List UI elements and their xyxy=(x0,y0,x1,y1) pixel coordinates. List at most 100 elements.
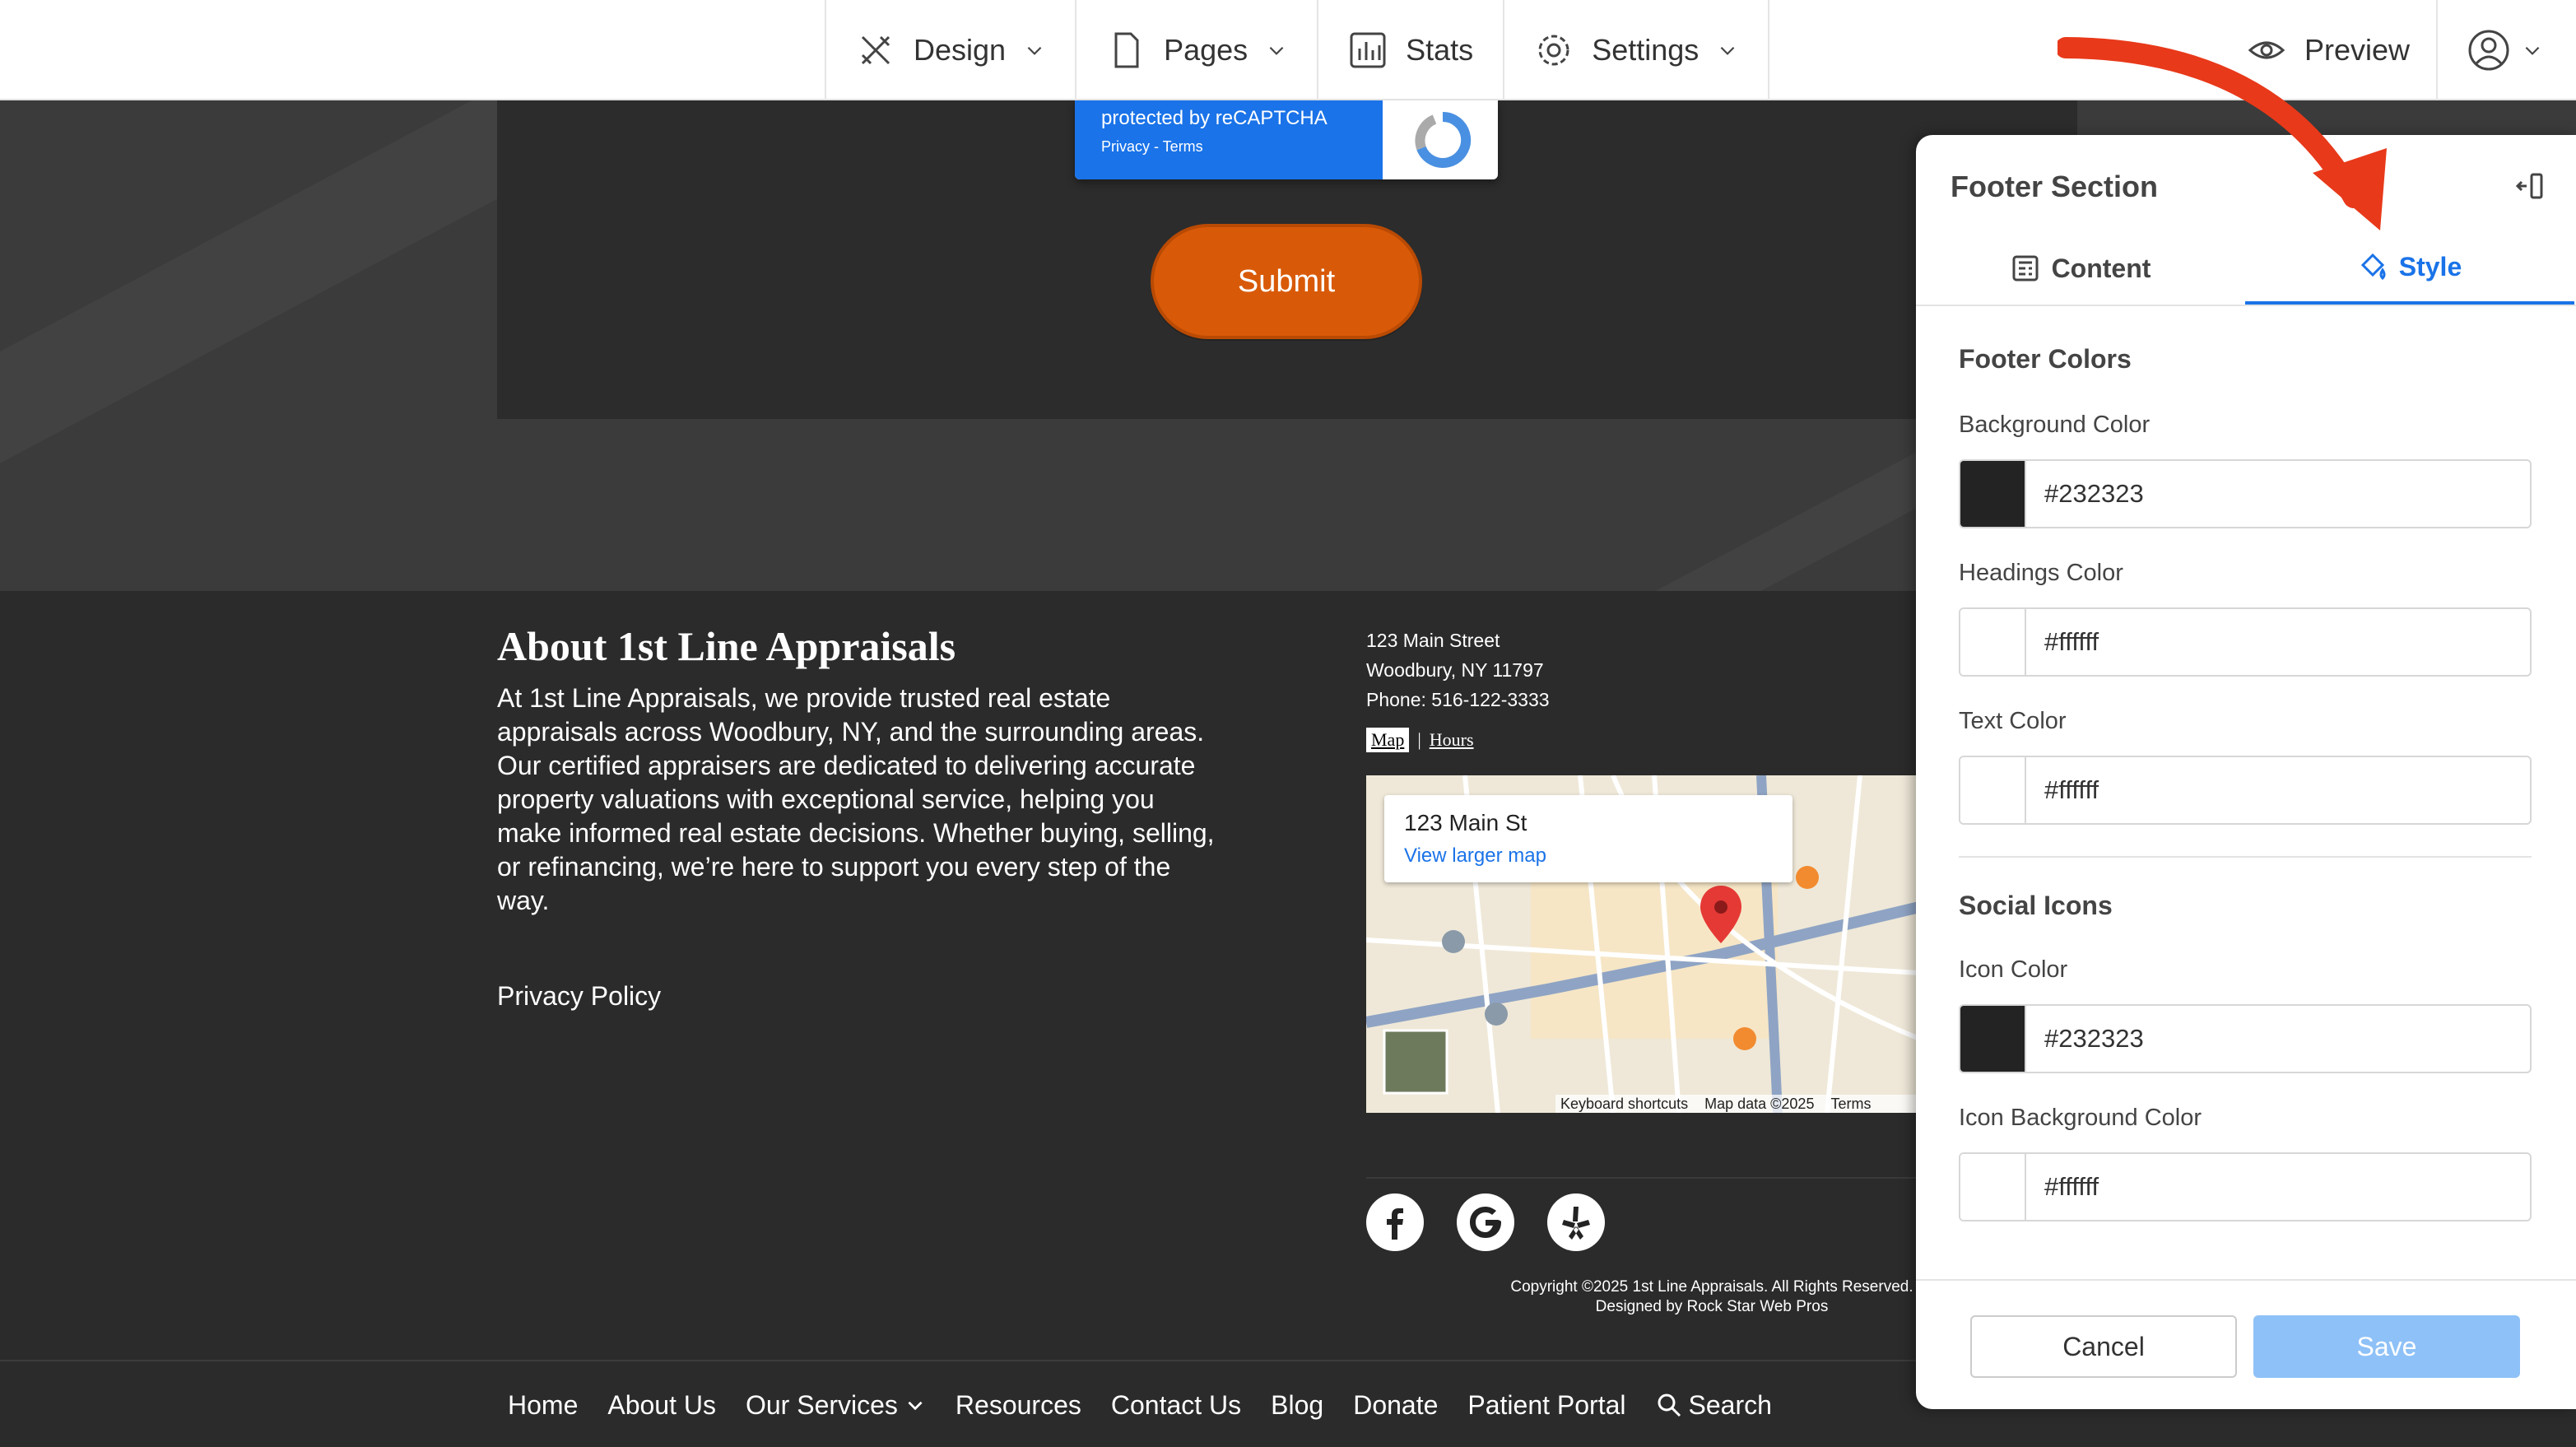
design-icon xyxy=(861,35,890,65)
footer-about-text: At 1st Line Appraisals, we provide trust… xyxy=(497,683,1215,915)
icon-color-label: Icon Color xyxy=(1959,956,2068,983)
recaptcha-text: protected by reCAPTCHA xyxy=(1101,107,1328,129)
nav-about-us[interactable]: About Us xyxy=(607,1390,716,1421)
social-icons-heading: Social Icons xyxy=(1959,891,2113,920)
nav-search-label: Search xyxy=(1688,1389,1772,1420)
map-attribution: Keyboard shortcuts Map data ©2025 Terms xyxy=(1555,1095,1919,1113)
copyright-text: Copyright ©2025 1st Line Appraisals. All… xyxy=(1510,1278,1913,1296)
designed-by-text: Designed by Rock Star Web Pros xyxy=(1595,1298,1829,1315)
save-button[interactable]: Save xyxy=(2253,1315,2520,1378)
google-icon[interactable] xyxy=(1457,1193,1514,1251)
map-hours-tabs: Map | Hours xyxy=(1366,728,1474,752)
recaptcha-logo-icon xyxy=(1388,100,1498,179)
social-icons xyxy=(1366,1193,1605,1251)
nav-patient-portal[interactable]: Patient Portal xyxy=(1467,1390,1625,1421)
color-swatch[interactable] xyxy=(1960,609,2026,675)
tab-settings-label: Settings xyxy=(1592,33,1700,67)
tab-design-label: Design xyxy=(914,33,1007,67)
copyright-block: Copyright ©2025 1st Line Appraisals. All… xyxy=(1465,1277,1959,1317)
footer-section-panel: Footer Section Content Style Footer Colo… xyxy=(1916,135,2576,1409)
account-menu[interactable] xyxy=(2436,0,2543,100)
text-color-field[interactable]: #ffffff xyxy=(1959,756,2532,825)
footer-colors-heading: Footer Colors xyxy=(1959,344,2132,374)
chevron-down-icon xyxy=(1269,46,1284,55)
tab-separator: | xyxy=(1417,729,1421,750)
color-swatch[interactable] xyxy=(1960,1006,2026,1072)
chevron-down-icon xyxy=(1720,46,1735,55)
stats-icon xyxy=(1350,32,1386,68)
background-color-label: Background Color xyxy=(1959,412,2151,438)
text-color-label: Text Color xyxy=(1959,708,2067,734)
submit-button[interactable]: Submit xyxy=(1151,224,1422,339)
nav-home[interactable]: Home xyxy=(508,1390,578,1421)
icon-background-color-field[interactable]: #ffffff xyxy=(1959,1152,2532,1221)
tab-stats[interactable]: Stats xyxy=(1318,0,1505,100)
keyboard-shortcuts-link[interactable]: Keyboard shortcuts xyxy=(1560,1096,1688,1113)
tab-content-label: Content xyxy=(2051,253,2151,283)
headings-color-field[interactable]: #ffffff xyxy=(1959,607,2532,677)
background-streak xyxy=(0,100,556,516)
footer-about-title: About 1st Line Appraisals xyxy=(497,623,956,669)
map-terms-link[interactable]: Terms xyxy=(1830,1096,1871,1113)
collapse-panel-icon[interactable] xyxy=(2513,170,2546,202)
color-value[interactable]: #232323 xyxy=(2044,1024,2144,1054)
tab-stats-label: Stats xyxy=(1406,33,1474,67)
tab-pages-label: Pages xyxy=(1164,33,1248,67)
color-value[interactable]: #ffffff xyxy=(2044,627,2099,657)
color-swatch[interactable] xyxy=(1960,461,2026,527)
nav-our-services[interactable]: Our Services xyxy=(746,1390,926,1421)
panel-actions: Cancel Save xyxy=(1916,1279,2576,1409)
color-swatch[interactable] xyxy=(1960,757,2026,823)
paint-bucket-icon xyxy=(2360,253,2386,281)
nav-contact-us[interactable]: Contact Us xyxy=(1111,1390,1241,1421)
map-place-name: 123 Main St xyxy=(1404,810,1527,835)
map-data-text: Map data ©2025 xyxy=(1704,1095,1815,1112)
chevron-down-icon xyxy=(1027,46,1042,55)
icon-color-field[interactable]: #232323 xyxy=(1959,1004,2532,1073)
view-larger-map-link[interactable]: View larger map xyxy=(1404,844,1773,868)
color-value[interactable]: #ffffff xyxy=(2044,1172,2099,1202)
tab-design[interactable]: Design xyxy=(826,0,1077,100)
recaptcha-links[interactable]: Privacy - Terms xyxy=(1101,138,1383,156)
color-value[interactable]: #ffffff xyxy=(2044,775,2099,805)
nav-resources[interactable]: Resources xyxy=(956,1390,1081,1421)
recaptcha-badge: protected by reCAPTCHA Privacy - Terms xyxy=(1075,100,1383,179)
phone-number: Phone: 516-122-3333 xyxy=(1366,689,1550,710)
nav-blog[interactable]: Blog xyxy=(1271,1390,1323,1421)
page-icon xyxy=(1114,32,1139,68)
bottom-nav-items: Home About Us Our Services Resources Con… xyxy=(508,1361,1772,1447)
chevron-down-icon xyxy=(2525,46,2540,55)
tab-map[interactable]: Map xyxy=(1366,728,1410,752)
privacy-policy-link[interactable]: Privacy Policy xyxy=(497,981,661,1012)
content-icon xyxy=(2012,255,2039,281)
tab-settings[interactable]: Settings xyxy=(1504,0,1770,100)
background-color-field[interactable]: #232323 xyxy=(1959,459,2532,528)
footer-address: 123 Main Street Woodbury, NY 11797 Phone… xyxy=(1366,626,1550,714)
cancel-button[interactable]: Cancel xyxy=(1970,1315,2237,1378)
search-icon xyxy=(1658,1393,1681,1417)
map-pin-icon xyxy=(1700,886,1741,943)
color-value[interactable]: #232323 xyxy=(2044,479,2144,509)
footer-divider xyxy=(1366,1177,1918,1179)
nav-donate[interactable]: Donate xyxy=(1353,1390,1438,1421)
recaptcha-widget[interactable]: protected by reCAPTCHA Privacy - Terms xyxy=(1075,100,1498,179)
gear-icon xyxy=(1538,35,1569,66)
tab-hours[interactable]: Hours xyxy=(1430,729,1474,751)
color-swatch[interactable] xyxy=(1960,1154,2026,1220)
address-line-2: Woodbury, NY 11797 xyxy=(1366,659,1544,681)
user-icon xyxy=(2468,30,2509,71)
facebook-icon[interactable] xyxy=(1366,1193,1424,1251)
chevron-down-icon xyxy=(908,1401,923,1411)
panel-divider xyxy=(1959,856,2532,858)
yelp-icon[interactable] xyxy=(1547,1193,1605,1251)
icon-background-color-label: Icon Background Color xyxy=(1959,1105,2202,1131)
nav-search[interactable]: Search xyxy=(1656,1390,1772,1421)
tab-style-label: Style xyxy=(2398,251,2462,281)
map-info-card: 123 Main St View larger map xyxy=(1384,795,1793,882)
headings-color-label: Headings Color xyxy=(1959,560,2123,586)
tab-pages[interactable]: Pages xyxy=(1076,0,1319,100)
nav-our-services-label: Our Services xyxy=(745,1389,898,1420)
embedded-map[interactable]: 123 Main St View larger map Keyboard sho… xyxy=(1366,775,1919,1113)
address-line-1: 123 Main Street xyxy=(1366,630,1500,651)
annotation-arrow-icon xyxy=(2058,37,2387,230)
